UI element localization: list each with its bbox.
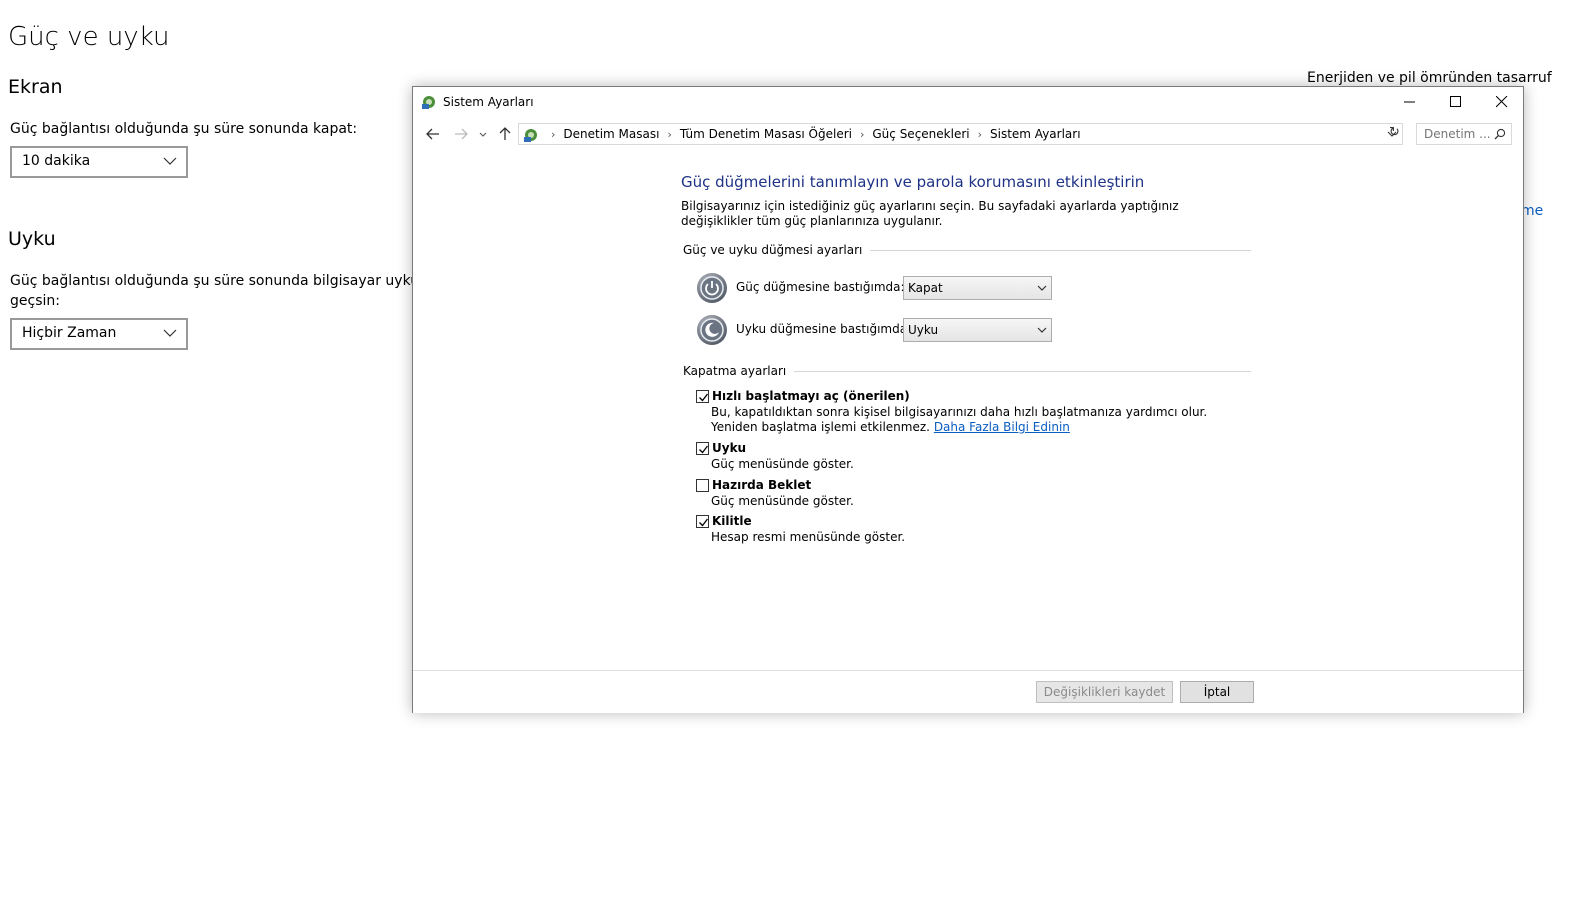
breadcrumb-separator-icon: › <box>859 127 865 141</box>
search-placeholder: Denetim ... <box>1424 127 1491 141</box>
navigation-bar: › Denetim Masası › Tüm Denetim Masası Öğ… <box>413 121 1523 147</box>
checkmark-icon <box>699 445 709 454</box>
close-button[interactable] <box>1479 87 1525 117</box>
control-panel-icon <box>524 129 537 142</box>
fast-startup-title: Hızlı başlatmayı aç (önerilen) <box>712 389 910 403</box>
divider <box>794 370 1251 372</box>
sleep-section-heading: Uyku <box>8 228 56 250</box>
power-button-action-select[interactable]: Kapat <box>903 276 1052 300</box>
fast-startup-option: Hızlı başlatmayı aç (önerilen) Bu, kapat… <box>696 389 1256 435</box>
breadcrumb-separator-icon: › <box>977 127 982 141</box>
sleep-button-icon <box>697 315 727 345</box>
breadcrumb-separator-icon: › <box>667 127 672 141</box>
minimize-icon <box>1404 101 1415 103</box>
close-icon <box>1496 96 1508 108</box>
learn-more-link[interactable]: Daha Fazla Bilgi Edinin <box>934 420 1070 434</box>
window-title: Sistem Ayarları <box>443 95 534 109</box>
refresh-button[interactable]: ↻ <box>1389 123 1403 143</box>
sleep-timeout-value: Hiçbir Zaman <box>22 325 117 341</box>
divider <box>870 249 1251 251</box>
forward-arrow-icon[interactable] <box>451 125 471 143</box>
clipped-link[interactable]: me <box>1521 203 1543 219</box>
screen-timeout-select[interactable]: 10 dakika <box>10 146 188 178</box>
checkmark-icon <box>699 518 709 527</box>
power-button-action-value: Kapat <box>908 281 943 295</box>
lock-option-description: Hesap resmi menüsünde göster. <box>711 530 906 544</box>
breadcrumb: › Denetim Masası › Tüm Denetim Masası Öğ… <box>543 127 1081 141</box>
screen-timeout-value: 10 dakika <box>22 153 91 169</box>
sleep-timeout-label-line2: geçsin: <box>10 293 60 309</box>
search-input[interactable]: Denetim ... <box>1416 123 1512 145</box>
lock-option-title: Kilitle <box>712 514 752 528</box>
chevron-down-icon <box>163 329 177 337</box>
fast-startup-description: Bu, kapatıldıktan sonra kişisel bilgisay… <box>711 405 1251 435</box>
breadcrumb-item-all-items[interactable]: Tüm Denetim Masası Öğeleri <box>680 127 852 141</box>
sleep-option-title: Uyku <box>712 441 747 455</box>
chevron-down-icon <box>163 157 177 165</box>
shutdown-settings-group: Kapatma ayarları <box>683 364 1251 378</box>
hibernate-checkbox[interactable] <box>696 479 709 492</box>
hibernate-option-title: Hazırda Beklet <box>712 478 812 492</box>
hibernate-option-description: Güç menüsünde göster. <box>711 494 854 508</box>
fast-startup-checkbox[interactable] <box>696 390 709 403</box>
page-description: Bilgisayarınız için istediğiniz güç ayar… <box>681 199 1179 228</box>
page-heading: Güç düğmelerini tanımlayın ve parola kor… <box>681 173 1145 191</box>
power-button-icon <box>697 273 727 303</box>
maximize-icon <box>1450 96 1461 107</box>
breadcrumb-item-control-panel[interactable]: Denetim Masası <box>563 127 659 141</box>
breadcrumb-separator-icon: › <box>551 127 556 141</box>
page-title: Güç ve uyku <box>8 22 170 52</box>
system-settings-window: Sistem Ayarları › Denetim Masası › Tüm D… <box>412 86 1524 713</box>
sleep-button-row: Uyku düğmesine bastığımda: Uyku <box>696 314 1056 348</box>
title-bar[interactable]: Sistem Ayarları <box>413 87 1523 117</box>
recent-locations-icon[interactable] <box>477 125 489 143</box>
lock-checkbox[interactable] <box>696 515 709 528</box>
shutdown-settings-title: Kapatma ayarları <box>683 364 787 378</box>
power-button-row: Güç düğmesine bastığımda: Kapat <box>696 272 1056 306</box>
power-button-label: Güç düğmesine bastığımda: <box>736 280 905 294</box>
screen-section-heading: Ekran <box>8 76 63 98</box>
sleep-timeout-label-line1: Güç bağlantısı olduğunda şu süre sonunda… <box>10 273 446 289</box>
save-changes-button[interactable]: Değişiklikleri kaydet <box>1036 681 1173 703</box>
minimize-button[interactable] <box>1387 87 1433 117</box>
up-arrow-icon[interactable] <box>495 125 515 143</box>
chevron-down-icon <box>1037 327 1047 333</box>
checkmark-icon <box>699 393 709 402</box>
breadcrumb-item-system-settings[interactable]: Sistem Ayarları <box>990 127 1081 141</box>
breadcrumb-item-power-options[interactable]: Güç Seçenekleri <box>872 127 969 141</box>
button-settings-group: Güç ve uyku düğmesi ayarları <box>683 243 1251 257</box>
control-panel-icon <box>422 96 435 109</box>
sleep-checkbox[interactable] <box>696 442 709 455</box>
dialog-footer: Değişiklikleri kaydet İptal <box>413 670 1523 713</box>
sleep-button-action-select[interactable]: Uyku <box>903 318 1052 342</box>
back-arrow-icon[interactable] <box>423 125 443 143</box>
hibernate-option: Hazırda Beklet Güç menüsünde göster. <box>696 478 1256 512</box>
button-settings-title: Güç ve uyku düğmesi ayarları <box>683 243 863 257</box>
chevron-down-icon <box>1037 285 1047 291</box>
lock-option: Kilitle Hesap resmi menüsünde göster. <box>696 514 1256 548</box>
address-bar[interactable]: › Denetim Masası › Tüm Denetim Masası Öğ… <box>518 123 1403 145</box>
sleep-timeout-select[interactable]: Hiçbir Zaman <box>10 318 188 350</box>
sleep-option: Uyku Güç menüsünde göster. <box>696 441 1256 475</box>
search-icon <box>1494 128 1506 140</box>
related-settings-text: Enerjiden ve pil ömründen tasarruf <box>1307 70 1552 86</box>
maximize-button[interactable] <box>1433 87 1479 117</box>
cancel-button[interactable]: İptal <box>1180 681 1254 703</box>
sleep-button-action-value: Uyku <box>908 323 939 337</box>
sleep-option-description: Güç menüsünde göster. <box>711 457 854 471</box>
sleep-button-label: Uyku düğmesine bastığımda: <box>736 322 912 336</box>
screen-timeout-label: Güç bağlantısı olduğunda şu süre sonunda… <box>10 121 358 137</box>
